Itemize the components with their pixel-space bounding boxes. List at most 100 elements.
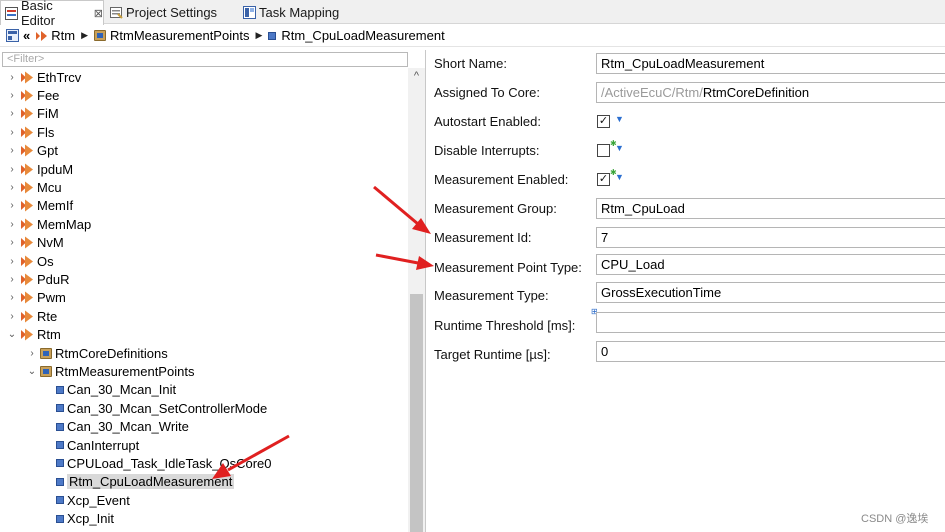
measurement-id-input[interactable]: 7	[596, 227, 945, 248]
chevron-right-icon[interactable]: ›	[7, 90, 17, 101]
project-settings-icon	[110, 6, 123, 19]
tree-item[interactable]: › Os	[7, 252, 54, 270]
tree-item[interactable]: › FiM	[7, 105, 59, 123]
module-icon	[20, 218, 34, 231]
module-icon	[20, 236, 34, 249]
tree-item[interactable]: › EthTrcv	[7, 68, 81, 86]
measurement-enabled-checkbox[interactable]: ✓	[597, 173, 610, 186]
chevron-right-icon[interactable]: ›	[7, 200, 17, 211]
tree-item[interactable]: Can_30_Mcan_SetControllerMode	[43, 399, 267, 417]
tree-item[interactable]: ⌄ Rtm	[7, 326, 61, 344]
tree-item[interactable]: › Pwm	[7, 289, 66, 307]
dropdown-arrow-icon[interactable]: ▼	[615, 143, 624, 153]
breadcrumb-item-rtm[interactable]: Rtm	[35, 28, 75, 43]
chevron-right-icon[interactable]: ›	[7, 274, 17, 285]
editor-toggle-icon[interactable]	[6, 29, 19, 42]
tab-task-mapping[interactable]: Task Mapping	[243, 0, 339, 24]
chevron-right-icon[interactable]: ›	[7, 237, 17, 248]
dropdown-arrow-icon[interactable]: ▼	[615, 172, 624, 182]
module-icon	[20, 144, 34, 157]
target-runtime-label: Target Runtime [µs]:	[434, 347, 551, 362]
module-icon	[20, 255, 34, 268]
measurement-point-type-select[interactable]: CPU_Load	[596, 254, 945, 275]
dropdown-arrow-icon[interactable]: ▼	[615, 114, 624, 124]
chevron-right-icon[interactable]: ›	[7, 292, 17, 303]
short-name-label: Short Name:	[434, 56, 507, 71]
chevron-right-icon[interactable]: ›	[7, 311, 17, 322]
chevron-right-icon[interactable]: ›	[7, 72, 17, 83]
chevron-down-icon[interactable]: ⌄	[7, 329, 17, 340]
chevron-right-icon[interactable]: ›	[7, 164, 17, 175]
breadcrumb-item-current[interactable]: Rtm_CpuLoadMeasurement	[268, 28, 445, 43]
tree-scrollbar[interactable]: ^	[408, 68, 425, 532]
tree-item[interactable]: › IpduM	[7, 160, 73, 178]
tree-item[interactable]: › RtmCoreDefinitions	[27, 344, 167, 362]
module-icon	[20, 163, 34, 176]
autostart-checkbox[interactable]: ✓	[597, 115, 610, 128]
tree-item[interactable]: Can_30_Mcan_Init	[43, 381, 176, 399]
tree-item-label: Os	[37, 253, 54, 269]
tree-item[interactable]: Xcp_Event	[43, 491, 130, 509]
tree-item[interactable]: › Rte	[7, 307, 57, 325]
tree-item-label: MemMap	[37, 216, 92, 232]
measurement-enabled-label: Measurement Enabled:	[434, 172, 569, 187]
tree-item-label: FiM	[37, 106, 59, 122]
tree-item[interactable]: › Mcu	[7, 178, 61, 196]
tree-item[interactable]: Xcp_Init	[43, 510, 114, 528]
runtime-threshold-input[interactable]	[596, 312, 945, 333]
chevron-right-icon[interactable]: ›	[7, 127, 17, 138]
chevron-down-icon[interactable]: ⌄	[27, 366, 37, 377]
tree-item-label: NvM	[37, 235, 64, 251]
tree-item-label: Xcp_Init	[67, 511, 114, 527]
tree-item[interactable]: CanInterrupt	[43, 436, 139, 454]
tree-item[interactable]: › MemMap	[7, 215, 91, 233]
tree-item[interactable]: › Gpt	[7, 142, 58, 160]
chevron-right-icon[interactable]: ›	[7, 219, 17, 230]
tree-item[interactable]: › PduR	[7, 270, 69, 288]
chevron-right-icon[interactable]: ›	[7, 145, 17, 156]
scroll-thumb[interactable]	[410, 294, 423, 532]
breadcrumb-back-button[interactable]: «	[23, 28, 30, 43]
target-runtime-row: Target Runtime [µs]: 0	[427, 339, 945, 365]
tree-item[interactable]: › NvM	[7, 234, 64, 252]
container-icon	[56, 441, 64, 449]
breadcrumb: « Rtm ▶ RtmMeasurementPoints ▶ Rtm_CpuLo…	[0, 25, 945, 47]
tab-basic-editor[interactable]: Basic Editor ⊠	[0, 0, 104, 28]
chevron-right-icon[interactable]: ›	[7, 182, 17, 193]
tree-item[interactable]: › MemIf	[7, 197, 73, 215]
tree-item[interactable]: ⌄ RtmMeasurementPoints	[27, 362, 195, 380]
measurement-type-select[interactable]: GrossExecutionTime	[596, 282, 945, 303]
container-icon	[56, 496, 64, 505]
properties-form: Short Name: Rtm_CpuLoadMeasurement Assig…	[427, 50, 945, 532]
runtime-threshold-label: Runtime Threshold [ms]:	[434, 318, 576, 333]
chevron-right-icon[interactable]: ›	[7, 256, 17, 267]
folder-icon	[40, 347, 52, 359]
tree-item[interactable]: › Fee	[7, 86, 59, 104]
chevron-right-icon[interactable]: ›	[27, 348, 37, 359]
breadcrumb-item-measurement-points[interactable]: RtmMeasurementPoints	[94, 28, 249, 43]
short-name-input[interactable]: Rtm_CpuLoadMeasurement	[596, 53, 945, 74]
tab-label: Project Settings	[126, 4, 218, 20]
tree-item-label: Can_30_Mcan_Write	[67, 419, 189, 435]
tree-item[interactable]: Can_30_Mcan_Write	[43, 418, 189, 436]
assigned-core-label: Assigned To Core:	[434, 85, 540, 100]
tree-item[interactable]: Rtm_CpuLoadMeasurement	[43, 473, 235, 491]
tree-item-label: Rtm_CpuLoadMeasurement	[67, 474, 235, 490]
tree-item-label: MemIf	[37, 198, 74, 214]
measurement-id-row: Measurement Id: 7	[427, 225, 945, 251]
assigned-core-input[interactable]: /ActiveEcuC/Rtm/RtmCoreDefinition	[596, 82, 945, 103]
tab-label: Basic Editor	[21, 0, 55, 28]
tab-project-settings[interactable]: Project Settings	[110, 0, 217, 24]
tree-item[interactable]: › Fls	[7, 123, 54, 141]
tree-filter-input[interactable]: <Filter>	[2, 52, 408, 67]
module-icon	[20, 291, 34, 304]
breadcrumb-separator-icon: ▶	[81, 30, 88, 40]
close-icon[interactable]: ⊠	[94, 7, 103, 20]
tree-item-label: CanInterrupt	[67, 437, 140, 453]
scroll-up-icon[interactable]: ^	[408, 68, 425, 85]
tree-item[interactable]: CPULoad_Task_IdleTask_OsCore0	[43, 454, 272, 472]
disable-interrupts-checkbox[interactable]	[597, 144, 610, 157]
target-runtime-input[interactable]: 0	[596, 341, 945, 362]
chevron-right-icon[interactable]: ›	[7, 108, 17, 119]
measurement-group-input[interactable]: Rtm_CpuLoad	[596, 198, 945, 219]
